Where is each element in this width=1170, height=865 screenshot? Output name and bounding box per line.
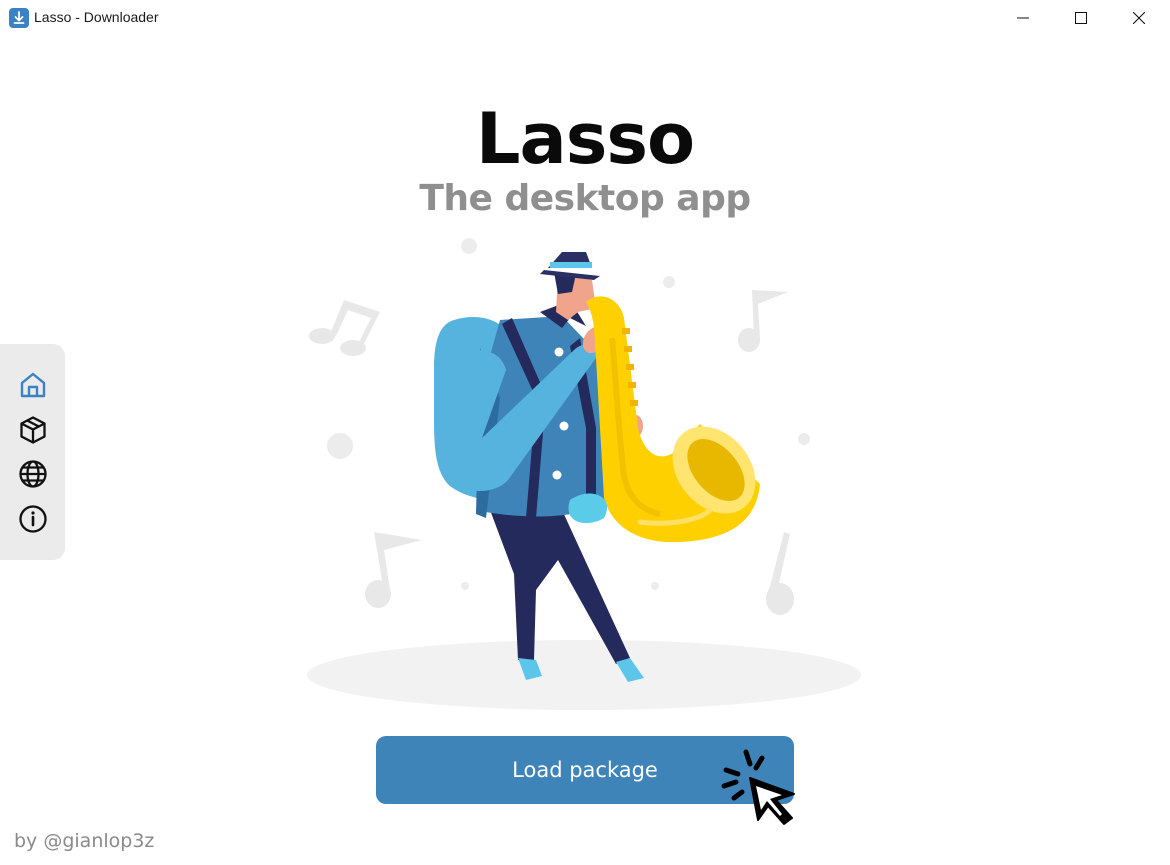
nav-about[interactable] (14, 500, 52, 538)
title-bar: Lasso - Downloader (0, 0, 1170, 36)
app-subtitle: The desktop app (419, 178, 751, 219)
nav-web[interactable] (14, 455, 52, 493)
close-button[interactable] (1110, 0, 1168, 36)
nav-packages[interactable] (14, 411, 52, 449)
click-cursor-icon (721, 749, 795, 825)
app-title: Lasso (475, 98, 695, 180)
download-icon (9, 8, 29, 28)
maximize-icon (1075, 12, 1087, 24)
globe-icon (19, 460, 47, 488)
package-icon (20, 416, 46, 444)
home-icon (20, 372, 46, 398)
close-icon (1133, 12, 1145, 24)
sidebar (0, 344, 65, 560)
saxophone-player-illustration (307, 238, 861, 710)
nav-home[interactable] (14, 366, 52, 404)
maximize-button[interactable] (1052, 0, 1110, 36)
window-title: Lasso - Downloader (34, 9, 159, 25)
minimize-button[interactable] (994, 0, 1052, 36)
minimize-icon (1017, 17, 1029, 19)
author-credit: by @gianlop3z (14, 830, 155, 852)
info-icon (19, 505, 47, 533)
